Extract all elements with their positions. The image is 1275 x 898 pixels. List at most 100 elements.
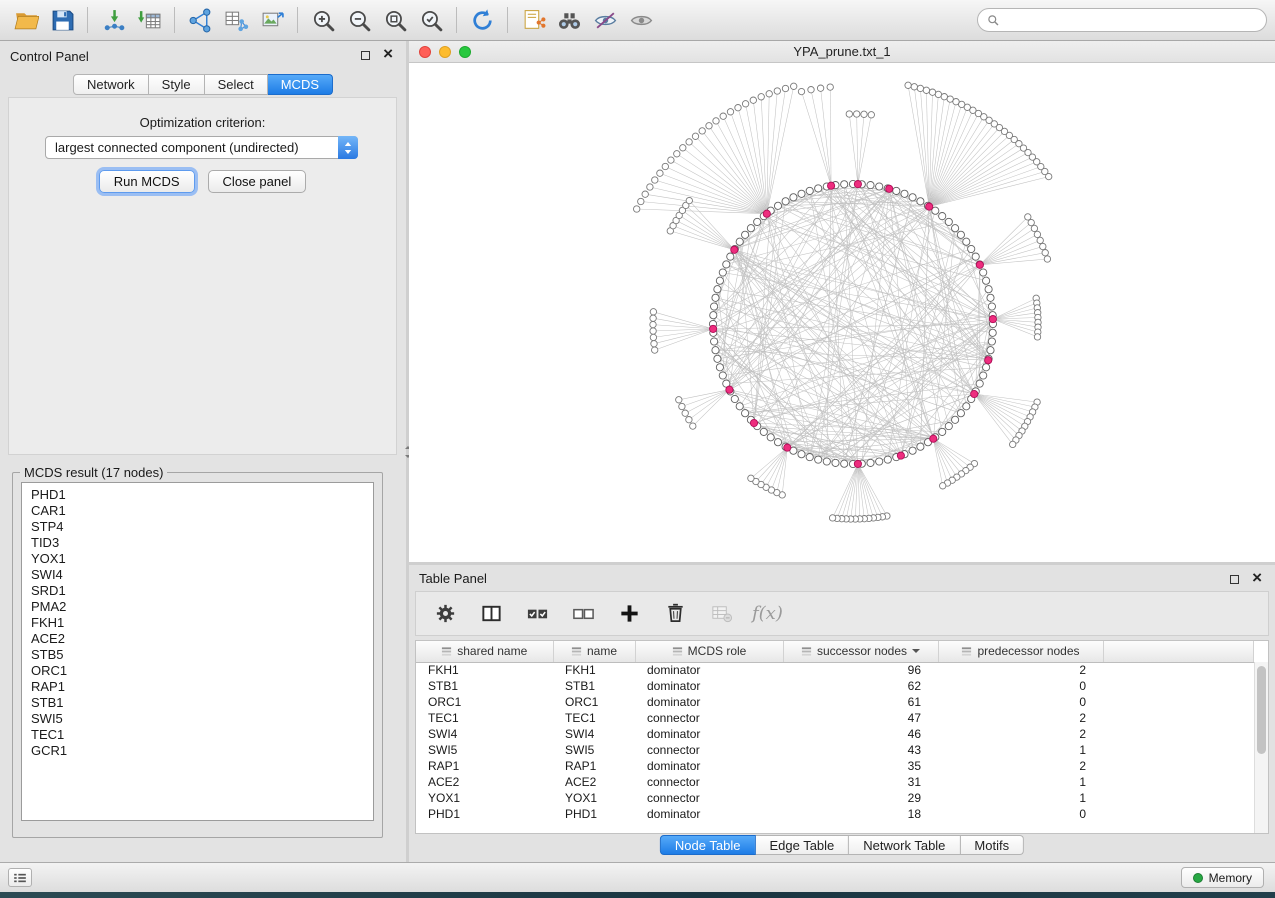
network-node[interactable] — [686, 417, 692, 423]
table-row[interactable]: SWI5SWI5connector431 — [416, 742, 1254, 758]
network-node[interactable] — [988, 338, 995, 345]
add-column-button[interactable] — [614, 599, 644, 629]
network-node[interactable] — [720, 113, 726, 119]
network-from-table-button[interactable] — [218, 4, 254, 36]
network-node[interactable] — [940, 483, 946, 489]
close-panel-icon[interactable]: × — [383, 45, 393, 63]
network-node[interactable] — [782, 85, 788, 91]
column-header-successor-nodes[interactable]: successor nodes — [783, 641, 938, 662]
mcds-result-item[interactable]: STB5 — [31, 647, 373, 663]
network-node[interactable] — [798, 190, 805, 197]
network-node[interactable] — [784, 444, 791, 451]
network-node[interactable] — [750, 97, 756, 103]
network-node[interactable] — [710, 325, 717, 332]
network-node[interactable] — [719, 269, 726, 276]
network-node[interactable] — [727, 253, 734, 260]
import-table-button[interactable] — [131, 4, 167, 36]
network-node[interactable] — [726, 386, 733, 393]
network-node[interactable] — [662, 163, 668, 169]
network-node[interactable] — [929, 89, 935, 95]
network-node[interactable] — [823, 458, 830, 465]
network-node[interactable] — [798, 88, 804, 94]
network-node[interactable] — [854, 111, 860, 117]
network-node[interactable] — [854, 460, 861, 467]
network-node[interactable] — [791, 83, 797, 89]
network-node[interactable] — [650, 309, 656, 315]
network-node[interactable] — [867, 182, 874, 189]
network-node[interactable] — [846, 111, 852, 117]
network-node[interactable] — [952, 416, 959, 423]
tab-network-table[interactable]: Network Table — [849, 835, 960, 855]
network-node[interactable] — [945, 218, 952, 225]
network-node[interactable] — [854, 181, 861, 188]
network-node[interactable] — [714, 286, 721, 293]
network-node[interactable] — [774, 439, 781, 446]
delete-column-button[interactable] — [660, 599, 690, 629]
open-session-button[interactable] — [8, 4, 44, 36]
network-node[interactable] — [652, 177, 658, 183]
network-node[interactable] — [690, 423, 696, 429]
network-node[interactable] — [861, 111, 867, 117]
network-node[interactable] — [952, 225, 959, 232]
select-all-button[interactable] — [522, 599, 552, 629]
network-node[interactable] — [657, 170, 663, 176]
mcds-result-item[interactable]: STP4 — [31, 519, 373, 535]
network-node[interactable] — [736, 403, 743, 410]
network-node[interactable] — [926, 203, 933, 210]
network-node[interactable] — [987, 294, 994, 301]
network-node[interactable] — [1037, 237, 1043, 243]
column-header-predecessor-nodes[interactable]: predecessor nodes — [938, 641, 1103, 662]
network-node[interactable] — [983, 364, 990, 371]
network-node[interactable] — [766, 91, 772, 97]
show-hide-button[interactable] — [587, 4, 623, 36]
network-node[interactable] — [957, 231, 964, 238]
network-node[interactable] — [1044, 256, 1050, 262]
close-panel-button[interactable]: Close panel — [208, 170, 307, 193]
network-node[interactable] — [790, 194, 797, 201]
table-row[interactable]: ORC1ORC1dominator610 — [416, 694, 1254, 710]
network-node[interactable] — [686, 197, 692, 203]
run-mcds-button[interactable]: Run MCDS — [99, 170, 195, 193]
network-node[interactable] — [782, 198, 789, 205]
mcds-result-item[interactable]: PHD1 — [31, 487, 373, 503]
network-node[interactable] — [742, 231, 749, 238]
import-network-button[interactable] — [95, 4, 131, 36]
tab-select[interactable]: Select — [205, 74, 268, 95]
network-node[interactable] — [963, 403, 970, 410]
network-node[interactable] — [923, 87, 929, 93]
mcds-result-item[interactable]: RAP1 — [31, 679, 373, 695]
network-node[interactable] — [917, 85, 923, 91]
network-node[interactable] — [980, 372, 987, 379]
network-node[interactable] — [1034, 334, 1040, 340]
task-history-button[interactable] — [8, 868, 32, 887]
memory-button[interactable]: Memory — [1181, 867, 1264, 888]
new-network-button[interactable] — [182, 4, 218, 36]
network-node[interactable] — [758, 94, 764, 100]
network-node[interactable] — [767, 434, 774, 441]
zoom-out-button[interactable] — [341, 4, 377, 36]
network-node[interactable] — [930, 435, 937, 442]
network-node[interactable] — [939, 213, 946, 220]
table-row[interactable]: ACE2ACE2connector311 — [416, 774, 1254, 790]
network-node[interactable] — [909, 447, 916, 454]
network-node[interactable] — [774, 88, 780, 94]
network-node[interactable] — [968, 245, 975, 252]
network-node[interactable] — [679, 403, 685, 409]
table-row[interactable]: STB1STB1dominator620 — [416, 678, 1254, 694]
table-row[interactable]: FKH1FKH1dominator962 — [416, 662, 1254, 678]
network-node[interactable] — [976, 261, 983, 268]
network-node[interactable] — [676, 397, 682, 403]
network-node[interactable] — [742, 101, 748, 107]
network-node[interactable] — [712, 294, 719, 301]
network-node[interactable] — [748, 475, 754, 481]
tab-node-table[interactable]: Node Table — [660, 835, 756, 855]
mcds-result-list[interactable]: PHD1CAR1STP4TID3YOX1SWI4SRD1PMA2FKH1ACE2… — [21, 482, 374, 821]
network-node[interactable] — [723, 261, 730, 268]
network-node[interactable] — [917, 198, 924, 205]
network-node[interactable] — [989, 316, 996, 323]
network-node[interactable] — [828, 182, 835, 189]
table-row[interactable]: SWI4SWI4dominator462 — [416, 726, 1254, 742]
network-node[interactable] — [650, 334, 656, 340]
zoom-in-button[interactable] — [305, 4, 341, 36]
network-node[interactable] — [736, 238, 743, 245]
